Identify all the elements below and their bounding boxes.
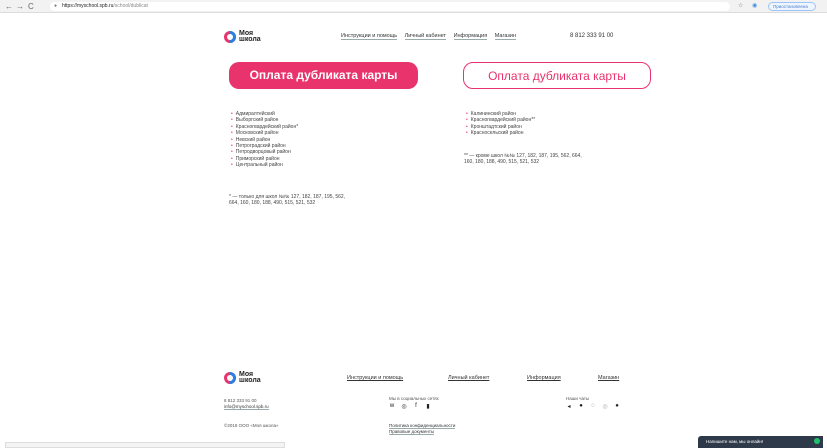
- logo-line-2: школа: [239, 377, 261, 384]
- skype-icon[interactable]: ◎: [602, 403, 608, 410]
- site-logo[interactable]: Моя школа: [224, 30, 261, 43]
- left-footnote-line-2: 664, 160, 180, 188, 490, 515, 521, 532: [229, 200, 316, 207]
- list-item: Красносельский район: [466, 130, 535, 136]
- telegram-icon[interactable]: ◂: [566, 403, 572, 410]
- logo-line-2: школа: [239, 36, 261, 43]
- footer-nav-instructions[interactable]: Инструкции и помощь: [347, 375, 403, 381]
- left-footnote: * — только для школ №№ 127, 182, 187, 19…: [229, 194, 345, 207]
- online-chat-widget[interactable]: Напишите нам, мы онлайн!: [698, 436, 823, 448]
- legal-documents-link[interactable]: Правовые документы: [389, 429, 435, 435]
- instagram-icon[interactable]: ◎: [401, 403, 407, 410]
- left-district-list: Адмиралтейский Выборгский район Красногв…: [231, 111, 298, 169]
- list-item: Центральный район: [231, 162, 298, 168]
- nav-instructions[interactable]: Инструкции и помощь: [341, 33, 398, 40]
- nav-shop[interactable]: Магазин: [494, 33, 516, 40]
- right-footnote: ** — кроме школ №№ 127, 182, 187, 195, 5…: [464, 153, 582, 166]
- forward-arrow-icon[interactable]: →: [16, 2, 24, 11]
- facebook-icon[interactable]: f: [413, 403, 419, 410]
- list-item: Красногвардейский район**: [466, 117, 535, 123]
- youtube-icon[interactable]: ▮: [425, 403, 431, 410]
- right-footnote-line-2: 160, 180, 188, 490, 515, 521, 532: [464, 159, 540, 166]
- whatsapp-icon[interactable]: ◌: [590, 403, 596, 410]
- logo-mark-icon: [224, 372, 236, 384]
- footer-contacts: 8 812 333 91 00 info@myschool.spb.ru: [224, 398, 269, 410]
- nav-info[interactable]: Информация: [453, 33, 488, 40]
- lock-icon: ●: [54, 3, 58, 9]
- chat-widget-text: Напишите нам, мы онлайн!: [706, 439, 764, 444]
- logo-mark-icon: [224, 31, 236, 43]
- chat-online-icon: [814, 438, 820, 444]
- right-district-list: Калининский район Красногвардейский райо…: [466, 111, 535, 137]
- vk-icon[interactable]: w: [389, 403, 395, 410]
- footer-email[interactable]: info@myschool.spb.ru: [224, 404, 269, 410]
- footer-nav-shop[interactable]: Магазин: [598, 375, 619, 381]
- url-host: https://myschool.spb.ru: [62, 3, 114, 9]
- social-icons: w ◎ f ▮: [389, 403, 431, 410]
- pay-duplicate-card-button-right[interactable]: Оплата дубликата карты: [463, 62, 651, 89]
- back-arrow-icon[interactable]: ←: [5, 2, 13, 11]
- reload-icon[interactable]: C: [28, 2, 34, 11]
- nav-cabinet[interactable]: Личный кабинет: [404, 33, 447, 40]
- viber-icon[interactable]: ●: [578, 403, 584, 410]
- address-bar[interactable]: ● https://myschool.spb.ru/school/dublica…: [50, 2, 730, 11]
- browser-toolbar: ← → C ● https://myschool.spb.ru/school/d…: [0, 0, 827, 13]
- footer-nav-info[interactable]: Информация: [527, 375, 561, 381]
- bookmark-star-icon[interactable]: ☆: [738, 2, 743, 11]
- messenger-icon[interactable]: ●: [614, 403, 620, 410]
- chats-title: Наши чаты: [566, 396, 590, 401]
- footer-logo[interactable]: Моя школа: [224, 371, 261, 384]
- footer-legal-links: Политика конфиденциальности Правовые док…: [389, 423, 456, 435]
- url-path: /school/dublicat: [113, 3, 148, 9]
- chat-icons: ◂ ● ◌ ◎ ●: [566, 403, 620, 410]
- social-title: Мы в социальных сетях: [389, 396, 439, 401]
- header-nav: Инструкции и помощь Личный кабинет Инфор…: [341, 33, 522, 40]
- footer-nav-cabinet[interactable]: Личный кабинет: [448, 375, 489, 381]
- footer-copyright: ©2018 ООО «Моя школа»: [224, 423, 279, 428]
- browser-status-bar: [5, 442, 285, 448]
- header-phone[interactable]: 8 812 333 91 00: [570, 33, 613, 39]
- pay-duplicate-card-button-left[interactable]: Оплата дубликата карты: [229, 62, 418, 89]
- extension-icon[interactable]: ◉: [752, 2, 757, 11]
- list-item: Петродворцовый район: [231, 149, 298, 155]
- profile-button[interactable]: Приостановлена: [768, 2, 816, 11]
